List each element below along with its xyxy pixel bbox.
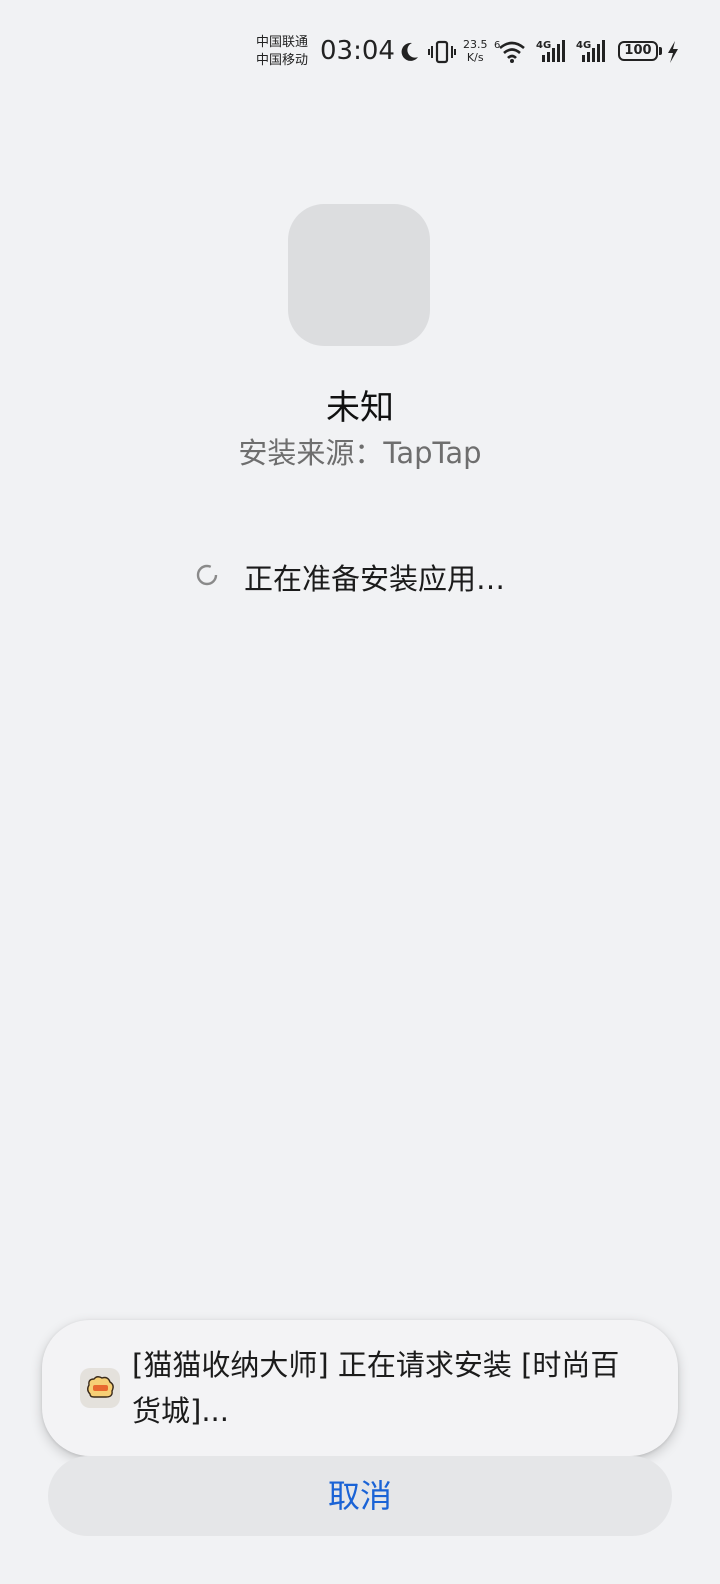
app-name: 未知 [326, 388, 394, 428]
network-speed: 23.5 K/s [463, 38, 488, 64]
battery-level: 100 [624, 43, 652, 58]
wifi-icon: 6 [494, 40, 525, 63]
status-time: 03:04 [320, 36, 395, 66]
network-speed-unit: K/s [466, 51, 484, 64]
install-request-toast: [猫猫收纳大师] 正在请求安装 [时尚百货城]... [42, 1320, 678, 1456]
signal-icon: 4G [536, 40, 565, 62]
wifi-gen-label: 6 [494, 40, 500, 51]
toast-message: [猫猫收纳大师] 正在请求安装 [时尚百货城]... [132, 1348, 620, 1428]
requesting-app-icon [80, 1368, 120, 1408]
cancel-button[interactable]: 取消 [48, 1456, 672, 1536]
moon-icon [401, 42, 418, 61]
signal-1-type: 4G [536, 40, 551, 51]
carrier-2: 中国移动 [256, 53, 309, 68]
vibrate-icon [428, 40, 456, 64]
carrier-info: 中国联通 中国移动 [256, 34, 308, 70]
loading-spinner-icon [196, 564, 218, 586]
battery-tip [659, 47, 662, 55]
signal-icon: 4G [576, 40, 605, 62]
carrier-1: 中国联通 [256, 35, 309, 50]
install-source: 安装来源：TapTap [238, 436, 482, 470]
status-bar: 中国联通 中国移动 03:04 23.5 K/s 6 4G 4G 100 [0, 0, 720, 100]
signal-2-type: 4G [576, 40, 591, 51]
app-icon-placeholder [288, 204, 430, 346]
install-progress-text: 正在准备安装应用… [244, 562, 506, 596]
battery-icon: 100 [618, 41, 658, 61]
charging-icon [668, 41, 678, 63]
network-speed-value: 23.5 [463, 38, 488, 51]
